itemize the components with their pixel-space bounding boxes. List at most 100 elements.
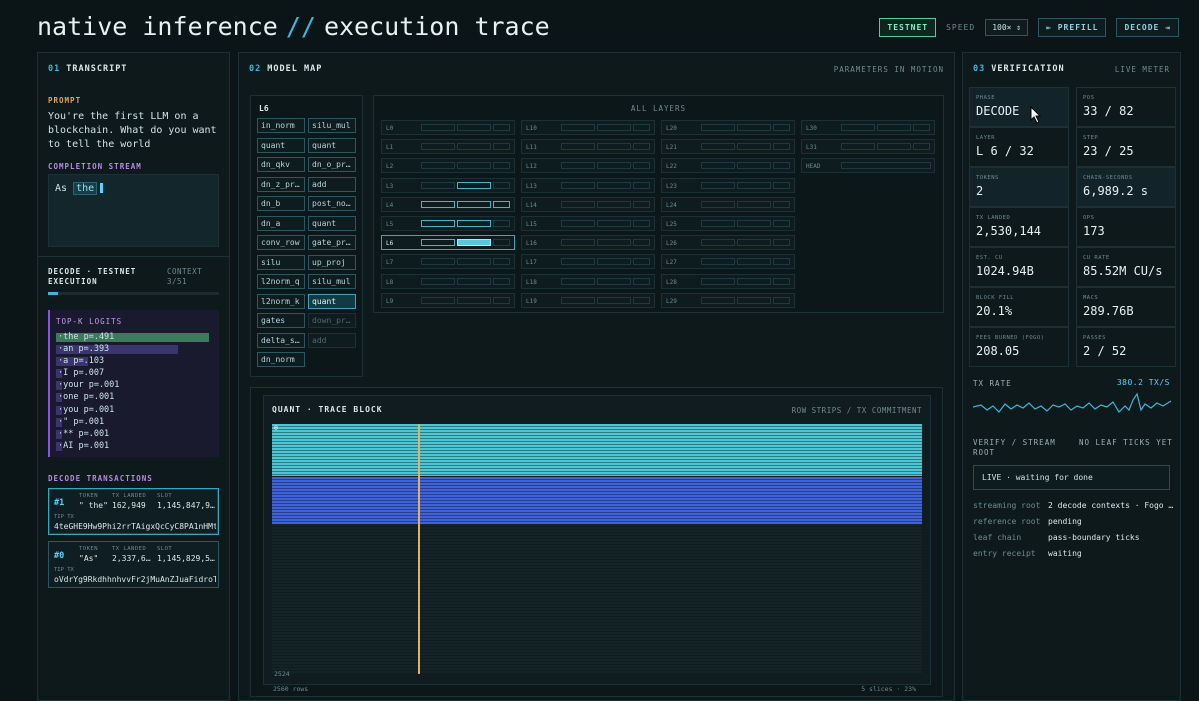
op-down-pr[interactable]: down_pr… xyxy=(308,313,356,328)
op-delta-s[interactable]: delta_s… xyxy=(257,332,305,348)
metric-macs: MACS 289.76B xyxy=(1076,287,1176,327)
logit-row: ·a p=.103 xyxy=(56,356,213,368)
layer-label: L3 xyxy=(386,182,394,190)
layer-block xyxy=(457,220,491,227)
layer-l12[interactable]: L12 xyxy=(521,158,655,174)
metric-label: POS xyxy=(1083,95,1095,101)
op-up-proj[interactable]: up_proj xyxy=(308,254,356,270)
layer-l10[interactable]: L10 xyxy=(521,120,655,135)
layer-block xyxy=(701,181,735,189)
tx-tip[interactable]: 4teGHE9Hw9Phi2rrTAigxQcCyC8PA1nHMt xyxy=(54,522,216,531)
metric-layer: LAYER L 6 / 32 xyxy=(969,127,1069,167)
layer-l22[interactable]: L22 xyxy=(661,158,795,174)
layer-l13[interactable]: L13 xyxy=(521,177,655,193)
op-add[interactable]: add xyxy=(308,176,356,192)
metric-label: LAYER xyxy=(976,135,996,141)
layer-head[interactable]: HEAD xyxy=(801,158,935,174)
op-quant[interactable]: quant xyxy=(308,137,356,153)
tx-card[interactable]: #1 TOKEN TX LANDED SLOT " the" 162,949 1… xyxy=(48,488,219,535)
layer-l7[interactable]: L7 xyxy=(381,254,515,270)
layer-l23[interactable]: L23 xyxy=(661,177,795,193)
op-dn-z-pr[interactable]: dn_z_pr… xyxy=(257,176,305,192)
layer-block xyxy=(633,124,650,131)
layer-block xyxy=(877,124,911,131)
layer-label: L8 xyxy=(386,278,394,286)
layer-l21[interactable]: L21 xyxy=(661,139,795,155)
op-dn-o-pr[interactable]: dn_o_pr… xyxy=(308,157,356,172)
layer-block xyxy=(737,200,771,208)
layer-l5[interactable]: L5 xyxy=(381,216,515,231)
op-silu-mul[interactable]: silu_mul xyxy=(308,118,356,133)
op-quant[interactable]: quant xyxy=(308,215,356,231)
layer-l15[interactable]: L15 xyxy=(521,216,655,231)
tx-tip[interactable]: oVdrYg9RkdhhnhvvFr2jMuAnZJuaFidroT xyxy=(54,575,216,584)
layer-l19[interactable]: L19 xyxy=(521,292,655,308)
logit-row: ·" p=.001 xyxy=(56,417,213,429)
op-conv-row[interactable]: conv_row xyxy=(257,235,305,250)
metric-ops: OPS 173 xyxy=(1076,207,1176,247)
layer-l0[interactable]: L0 xyxy=(381,120,515,135)
layer-l17[interactable]: L17 xyxy=(521,254,655,270)
detail-row: leaf chain pass-boundary ticks xyxy=(973,533,1140,542)
layer-block xyxy=(421,181,455,189)
tx-token-header: TOKEN xyxy=(79,493,99,499)
op-dn-norm[interactable]: dn_norm xyxy=(257,352,305,367)
op-dn-qkv[interactable]: dn_qkv xyxy=(257,157,305,172)
speed-select[interactable]: 100× ⇕ xyxy=(985,19,1029,36)
layer-l30[interactable]: L30 xyxy=(801,120,935,135)
metric-value: 33 / 82 xyxy=(1083,104,1134,118)
op-l2norm-k[interactable]: l2norm_k xyxy=(257,293,305,309)
layer-l14[interactable]: L14 xyxy=(521,196,655,212)
layer-l16[interactable]: L16 xyxy=(521,235,655,251)
layer-block xyxy=(421,143,455,151)
prefill-button[interactable]: ⇤ PREFILL xyxy=(1038,18,1107,37)
layer-l27[interactable]: L27 xyxy=(661,254,795,270)
layer-label: L5 xyxy=(386,221,394,228)
layer-l8[interactable]: L8 xyxy=(381,273,515,289)
layer-l9[interactable]: L9 xyxy=(381,292,515,308)
op-post-no[interactable]: post_no… xyxy=(308,196,356,211)
layer-label: L25 xyxy=(666,221,677,228)
op-gate-pr[interactable]: gate_pr… xyxy=(308,235,356,250)
op-dn-a[interactable]: dn_a xyxy=(257,215,305,231)
layer-l31[interactable]: L31 xyxy=(801,139,935,155)
layer-l4[interactable]: L4 xyxy=(381,196,515,212)
metric-label: TX LANDED xyxy=(976,215,1011,221)
trace-block-panel: QUANT · TRACE BLOCK ROW STRIPS / TX COMM… xyxy=(250,387,943,697)
layer-block xyxy=(737,296,771,304)
layer-block xyxy=(493,220,510,227)
trace-slices: 5 slices · 23% xyxy=(861,685,916,693)
layer-l28[interactable]: L28 xyxy=(661,273,795,289)
logit-row: ·your p=.001 xyxy=(56,380,213,392)
trace-cursor[interactable] xyxy=(418,424,420,674)
tx-card[interactable]: #0 TOKEN TX LANDED SLOT "As" 2,337,6… 1,… xyxy=(48,541,219,588)
op-silu[interactable]: silu xyxy=(257,254,305,270)
layer-label: L26 xyxy=(666,240,677,248)
layer-l20[interactable]: L20 xyxy=(661,120,795,135)
layer-l6[interactable]: L6 xyxy=(381,235,515,251)
layer-l26[interactable]: L26 xyxy=(661,235,795,251)
op-l2norm-q[interactable]: l2norm_q xyxy=(257,274,305,289)
network-badge[interactable]: TESTNET xyxy=(879,18,937,37)
logit-label: ·a p=.103 xyxy=(58,356,105,367)
metric-tokens: TOKENS 2 xyxy=(969,167,1069,207)
op-quant[interactable]: quant xyxy=(308,293,356,309)
layer-l29[interactable]: L29 xyxy=(661,292,795,308)
trace-strips[interactable]: 0 2524 xyxy=(272,424,922,678)
layer-block xyxy=(597,143,631,151)
op-add[interactable]: add xyxy=(308,332,356,348)
layer-l1[interactable]: L1 xyxy=(381,139,515,155)
op-in-norm[interactable]: in_norm xyxy=(257,118,305,133)
op-gates[interactable]: gates xyxy=(257,313,305,328)
layer-l25[interactable]: L25 xyxy=(661,216,795,231)
layer-l2[interactable]: L2 xyxy=(381,158,515,174)
layer-l24[interactable]: L24 xyxy=(661,196,795,212)
op-silu-mul[interactable]: silu_mul xyxy=(308,274,356,289)
op-dn-b[interactable]: dn_b xyxy=(257,196,305,211)
decode-button[interactable]: DECODE ⇥ xyxy=(1116,18,1179,37)
layer-l18[interactable]: L18 xyxy=(521,273,655,289)
layer-l3[interactable]: L3 xyxy=(381,177,515,193)
op-quant[interactable]: quant xyxy=(257,137,305,153)
layer-l11[interactable]: L11 xyxy=(521,139,655,155)
layer-block xyxy=(493,239,510,247)
